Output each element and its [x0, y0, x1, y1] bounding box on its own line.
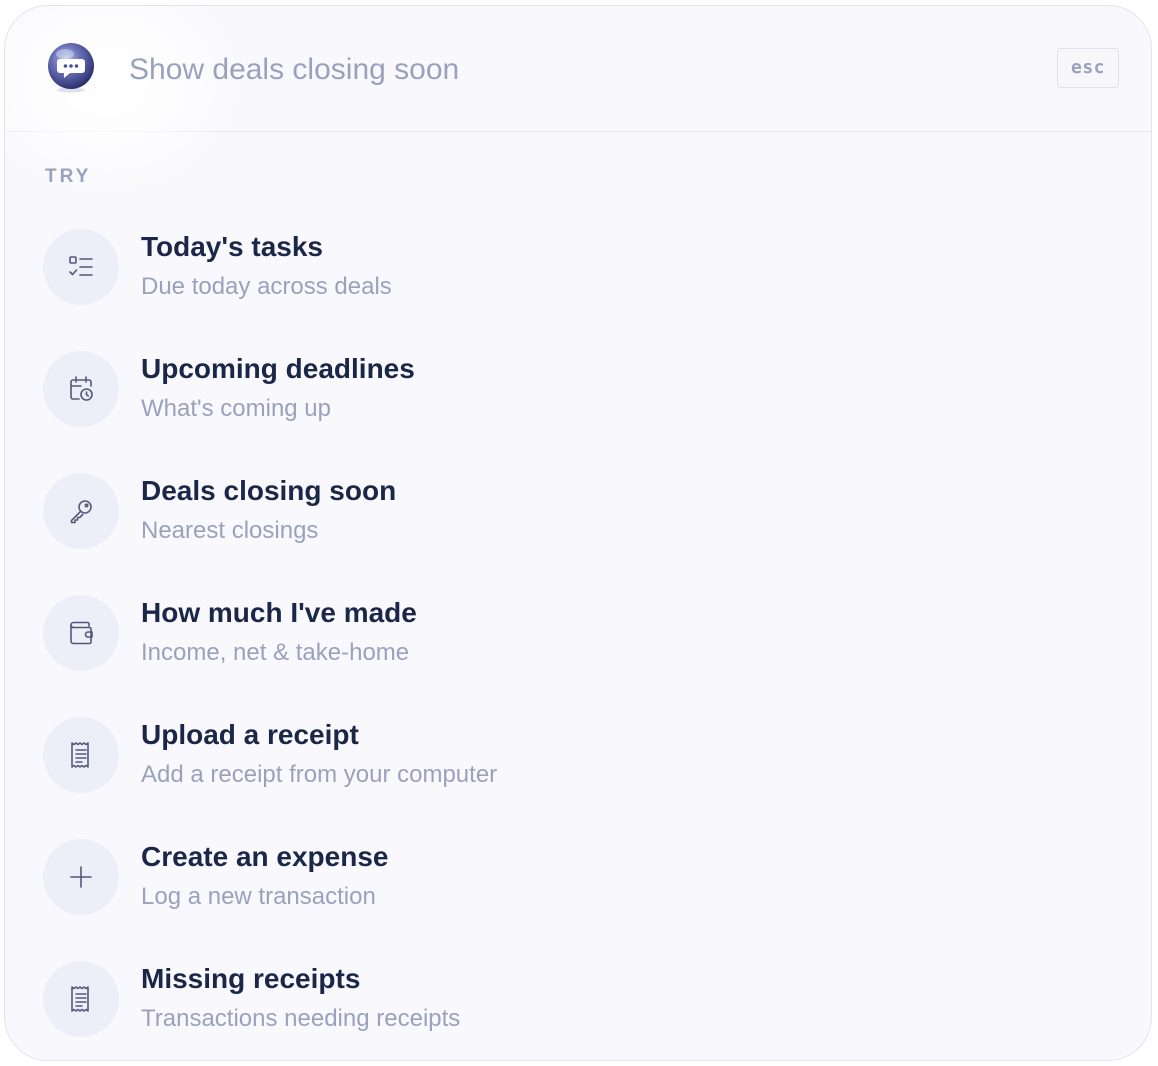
suggestion-title: Today's tasks: [141, 231, 323, 262]
suggestion-how-much-made[interactable]: How much I've made Income, net & take-ho…: [41, 587, 1121, 709]
suggestion-upcoming-deadlines[interactable]: Upcoming deadlines What's coming up: [41, 343, 1121, 465]
suggestion-subtitle: Add a receipt from your computer: [141, 761, 498, 788]
suggestion-create-expense[interactable]: Create an expense Log a new transaction: [41, 831, 1121, 953]
suggestion-title: Upload a receipt: [141, 719, 359, 750]
suggestion-deals-closing-soon[interactable]: Deals closing soon Nearest closings: [41, 465, 1121, 587]
receipt-icon: [43, 961, 119, 1037]
assistant-bubble-icon: [45, 42, 97, 94]
suggestion-subtitle: Income, net & take-home: [141, 639, 410, 666]
esc-button[interactable]: esc: [1057, 48, 1119, 88]
suggestion-missing-receipts[interactable]: Missing receipts Transactions needing re…: [41, 953, 1121, 1060]
suggestion-subtitle: Log a new transaction: [141, 883, 376, 910]
receipt-icon: [43, 717, 119, 793]
command-palette: esc TRY Today's tasks Due today across d…: [4, 5, 1152, 1061]
plus-icon: [43, 839, 119, 915]
suggestion-title: Create an expense: [141, 841, 389, 872]
suggestion-title: Deals closing soon: [141, 475, 397, 506]
suggestion-subtitle: Transactions needing receipts: [141, 1005, 461, 1032]
wallet-icon: [43, 595, 119, 671]
checklist-icon: [43, 229, 119, 305]
suggestion-subtitle: Due today across deals: [141, 273, 392, 300]
suggestion-title: Missing receipts: [141, 963, 361, 994]
suggestion-subtitle: Nearest closings: [141, 517, 319, 544]
search-input[interactable]: [129, 44, 1009, 96]
section-label-try: TRY: [45, 166, 92, 187]
calendar-clock-icon: [43, 351, 119, 427]
suggestion-list: Today's tasks Due today across deals Upc…: [41, 221, 1121, 1060]
header-glow: [5, 6, 245, 196]
suggestion-title: How much I've made: [141, 597, 417, 628]
suggestion-subtitle: What's coming up: [141, 395, 331, 422]
suggestion-title: Upcoming deadlines: [141, 353, 415, 384]
search-header: esc: [5, 6, 1151, 196]
suggestion-todays-tasks[interactable]: Today's tasks Due today across deals: [41, 221, 1121, 343]
key-icon: [43, 473, 119, 549]
suggestion-upload-receipt[interactable]: Upload a receipt Add a receipt from your…: [41, 709, 1121, 831]
